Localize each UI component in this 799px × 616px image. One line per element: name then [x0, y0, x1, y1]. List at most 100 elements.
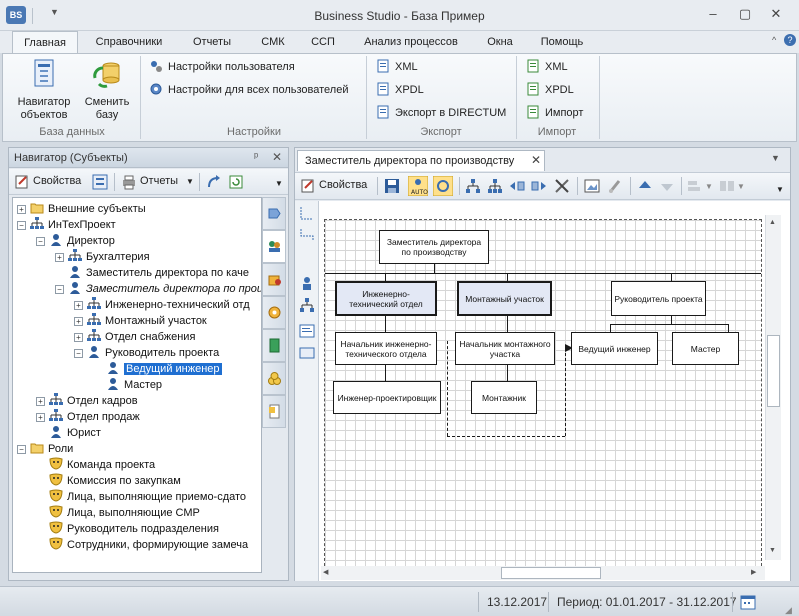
help-icon[interactable]: ? [784, 34, 796, 46]
import-xml-button[interactable]: XML [526, 57, 568, 77]
ribbon-collapse-icon[interactable]: ^ [772, 35, 776, 45]
side-tab-arrows[interactable] [262, 197, 286, 230]
tree-item[interactable]: + Внешние субъекты [17, 201, 146, 217]
side-tab-coins[interactable] [262, 362, 286, 395]
diagram-properties-button[interactable]: Свойства [319, 179, 367, 191]
tree-item[interactable]: Лица, выполняющие приемо-сдато [36, 489, 246, 505]
tree-item[interactable]: − Роли [17, 441, 73, 457]
vertical-scrollbar[interactable]: ▲ ▼ [765, 215, 781, 560]
side-tab-document[interactable] [262, 395, 286, 428]
toolbar-overflow-icon[interactable]: ▼ [275, 179, 283, 188]
horizontal-scroll-thumb[interactable] [501, 567, 601, 579]
scroll-left-icon[interactable]: ◀ [323, 568, 328, 576]
connector-elbow-icon[interactable] [299, 227, 315, 243]
tree-item[interactable]: + Монтажный участок [74, 313, 207, 329]
side-tab-subjects[interactable] [262, 230, 286, 263]
tab-qms[interactable]: СМК [253, 31, 293, 53]
tree-item[interactable]: + Отдел продаж [36, 409, 140, 425]
scroll-right-icon[interactable]: ▶ [751, 568, 756, 576]
toolbar-overflow-icon[interactable]: ▼ [776, 185, 784, 194]
node-eng-head[interactable]: Начальник инженерно-технического отдела [335, 332, 437, 365]
brush-icon[interactable] [607, 178, 623, 194]
node-root[interactable]: Заместитель директора по производству [379, 230, 489, 264]
node-lead-engineer[interactable]: Ведущий инженер [571, 332, 658, 365]
tree-item[interactable]: Руководитель подразделения [36, 521, 219, 537]
connector-tool-icon[interactable] [299, 205, 315, 221]
scroll-down-icon[interactable]: ▼ [769, 547, 776, 554]
tree-item[interactable]: + Отдел кадров [36, 393, 138, 409]
expand-icon[interactable]: + [74, 317, 83, 326]
side-tab-objects[interactable] [262, 263, 286, 296]
tree-view-icon[interactable] [92, 174, 108, 190]
side-tab-book[interactable] [262, 329, 286, 362]
layout-settings-icon[interactable] [433, 176, 453, 196]
user-settings-button[interactable]: Настройки пользователя [149, 57, 295, 77]
hierarchy-icon[interactable] [487, 178, 503, 194]
refresh-icon[interactable] [228, 174, 244, 190]
tree-item[interactable]: Команда проекта [36, 457, 155, 473]
collapse-icon[interactable]: − [55, 285, 64, 294]
tools-icon[interactable] [554, 178, 570, 194]
expand-icon[interactable]: + [55, 253, 64, 262]
node-install-head[interactable]: Начальник монтажного участка [455, 332, 555, 365]
expand-icon[interactable]: + [74, 333, 83, 342]
export-xpdl-button[interactable]: XPDL [376, 80, 424, 100]
expand-icon[interactable]: + [74, 301, 83, 310]
maximize-button[interactable]: ▢ [733, 5, 757, 23]
distribute-dropdown-icon[interactable]: ▼ [737, 182, 745, 191]
expand-icon[interactable]: + [36, 413, 45, 422]
change-db-button[interactable]: Сменить базу [79, 58, 135, 122]
expand-icon[interactable]: + [17, 205, 26, 214]
text-tool-icon[interactable] [299, 323, 315, 339]
tree-item[interactable]: + Бухгалтерия [55, 249, 150, 265]
collapse-icon[interactable]: − [74, 349, 83, 358]
collapse-icon[interactable]: − [17, 221, 26, 230]
tree-item[interactable]: Заместитель директора по каче [55, 265, 249, 281]
expand-icon[interactable]: + [36, 397, 45, 406]
redo-arrow-icon[interactable] [206, 174, 222, 190]
node-master[interactable]: Мастер [672, 332, 739, 365]
vertical-scroll-thumb[interactable] [767, 335, 780, 407]
rectangle-tool-icon[interactable] [299, 345, 315, 361]
tab-help[interactable]: Помощь [532, 31, 592, 53]
tab-reports[interactable]: Отчеты [181, 31, 243, 53]
horizontal-scrollbar[interactable]: ◀ ▶ [321, 566, 765, 580]
export-xml-button[interactable]: XML [376, 57, 418, 77]
align-dropdown-icon[interactable]: ▼ [705, 182, 713, 191]
tab-bsc[interactable]: ССП [303, 31, 343, 53]
distribute-icon[interactable] [719, 178, 735, 194]
resize-grip-icon[interactable]: ◢ [785, 605, 792, 616]
tree-item[interactable]: + Отдел снабжения [74, 329, 195, 345]
node-install-dept[interactable]: Монтажный участок [457, 281, 552, 316]
move-left-icon[interactable] [509, 178, 525, 194]
org-unit-tool-icon[interactable] [299, 297, 315, 313]
import-button[interactable]: Импорт [526, 103, 583, 123]
collapse-icon[interactable]: − [36, 237, 45, 246]
tree-item[interactable]: Мастер [93, 377, 162, 393]
navigator-button[interactable]: Навигатор объектов [13, 58, 75, 122]
tree-item[interactable]: − Руководитель проекта [74, 345, 219, 361]
picture-icon[interactable] [584, 178, 600, 194]
pin-icon[interactable]: ᵖ [254, 151, 258, 163]
org-chart-icon[interactable] [465, 178, 481, 194]
node-project-manager[interactable]: Руководитель проекта [611, 281, 706, 316]
reports-button[interactable]: Отчеты [140, 175, 178, 187]
properties-button[interactable]: Свойства [33, 175, 81, 187]
node-installer[interactable]: Монтажник [471, 381, 537, 414]
tab-references[interactable]: Справочники [86, 31, 172, 53]
person-tool-icon[interactable] [299, 275, 315, 291]
side-tab-gear[interactable] [262, 296, 286, 329]
close-button[interactable]: ✕ [764, 5, 788, 23]
move-right-icon[interactable] [531, 178, 547, 194]
tree-item[interactable]: Сотрудники, формирующие замеча [36, 537, 248, 553]
import-xpdl-button[interactable]: XPDL [526, 80, 574, 100]
auto-layout-icon[interactable]: AUTO [408, 176, 428, 196]
export-directum-button[interactable]: Экспорт в DIRECTUM [376, 103, 506, 123]
diagram-document-tab[interactable]: Заместитель директора по производству ✕ [297, 150, 545, 171]
tree-item[interactable]: + Инженерно-технический отд [74, 297, 250, 313]
minimize-button[interactable]: – [701, 5, 725, 23]
tab-windows[interactable]: Окна [477, 31, 523, 53]
close-tab-icon[interactable]: ✕ [531, 153, 541, 167]
tree-item[interactable]: − Заместитель директора по прои [55, 281, 261, 297]
save-icon[interactable] [384, 178, 400, 194]
